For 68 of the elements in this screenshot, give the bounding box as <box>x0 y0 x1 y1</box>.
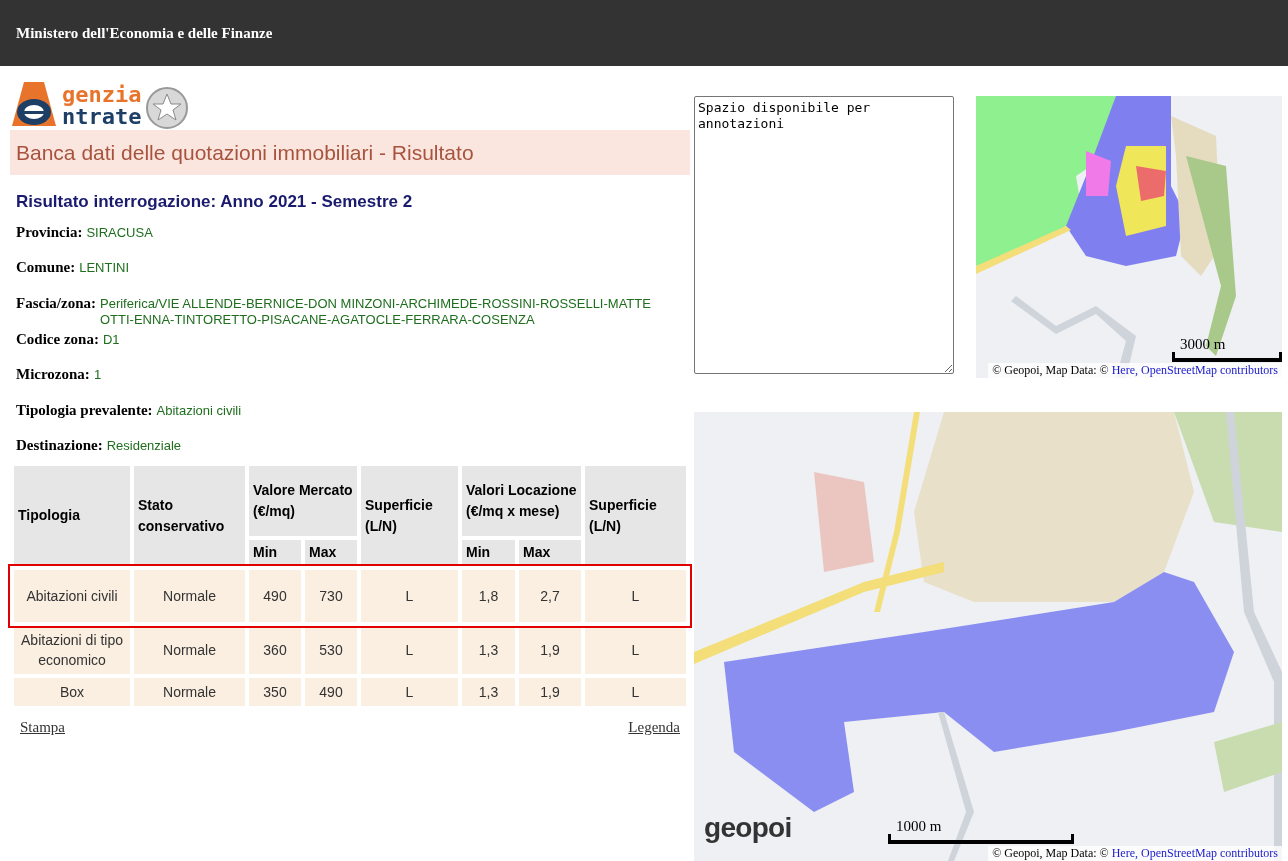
result-heading: Risultato interrogazione: Anno 2021 - Semestre 2 <box>16 191 414 213</box>
column-header: Superficie (L/N) <box>585 465 686 566</box>
table-cell: 730 <box>305 569 357 622</box>
table-cell: L <box>361 625 458 674</box>
table-cell: 1,9 <box>519 625 581 674</box>
field-value: Abitazioni civili <box>156 401 242 420</box>
table-cell: 350 <box>249 677 301 706</box>
table-cell: Normale <box>134 625 245 674</box>
field-value: Residenziale <box>106 437 182 455</box>
field-value: LENTINI <box>79 259 129 277</box>
attribution-link[interactable]: OpenStreetMap contributors <box>1141 846 1278 860</box>
emblem-icon <box>145 86 190 130</box>
field-label: Codice zona: <box>16 329 99 349</box>
field-label: Fascia/zona: <box>16 293 96 313</box>
field-label: Destinazione: <box>16 436 103 455</box>
column-header: Stato conservativo <box>134 465 245 566</box>
zone-map[interactable]: geopoi 1000 m © Geopoi, Map Data: © Here, OpenStreetMap contributors <box>694 412 1282 861</box>
field-label: Microzona: <box>16 365 90 384</box>
table-cell: Abitazioni civili <box>14 569 130 622</box>
scale-label: 1000 m <box>896 818 942 834</box>
table-cell: 2,7 <box>519 569 581 622</box>
table-cell: 1,3 <box>462 625 515 674</box>
column-header: Max <box>519 539 581 566</box>
column-header: Superficie (L/N) <box>361 465 458 566</box>
attribution-link[interactable]: OpenStreetMap contributors <box>1141 363 1278 377</box>
text-link[interactable]: Legenda <box>628 715 680 738</box>
table-cell: L <box>585 569 686 622</box>
scale-label: 3000 m <box>1180 336 1226 352</box>
page-title: Banca dati delle quotazioni immobiliari - Risultato <box>16 139 474 166</box>
overview-map[interactable]: 3000 m © Geopoi, Map Data: © Here, OpenStreetMap contributors <box>976 96 1282 378</box>
table-cell: 530 <box>305 625 357 674</box>
table-cell: 490 <box>305 677 357 706</box>
header-title: Ministero dell'Economia e delle Finanze <box>16 23 273 43</box>
geopoi-logo: geopoi <box>704 811 792 845</box>
logo-text: genzia <box>62 84 142 106</box>
table-cell: 360 <box>249 625 301 674</box>
table-cell: Box <box>14 677 130 706</box>
field-label: Comune: <box>16 258 76 277</box>
column-header: Min <box>462 539 515 566</box>
table-cell: L <box>361 677 458 706</box>
table-cell: 490 <box>249 569 301 622</box>
table-cell: Abitazioni di tipo economico <box>14 625 130 674</box>
notes-field[interactable]: Spazio disponibile per annotazioni <box>694 96 954 374</box>
column-header: Min <box>249 539 301 566</box>
table-cell: Normale <box>134 677 245 706</box>
column-header: Max <box>305 539 357 566</box>
attribution-text: © Geopoi, Map Data: © <box>992 846 1110 860</box>
field-value: D1 <box>102 330 120 349</box>
table-cell: 1,9 <box>519 677 581 706</box>
logo-text: ntrate <box>62 106 142 128</box>
attribution-text: © Geopoi, Map Data: © <box>992 363 1110 377</box>
field-label: Provincia: <box>16 222 83 242</box>
column-header: Tipologia <box>14 465 130 566</box>
table-cell: 1,3 <box>462 677 515 706</box>
table-cell: 1,8 <box>462 569 515 622</box>
table-cell: L <box>361 569 458 622</box>
field-value: 1 <box>93 366 102 384</box>
column-header: Valore Mercato (€/mq) <box>249 465 357 536</box>
field-value: SIRACUSA <box>86 223 153 242</box>
text-link[interactable]: Stampa <box>20 715 65 738</box>
field-value: Periferica/VIE ALLENDE-BERNICE-DON MINZONI-ARCHIMEDE-ROSSINI-ROSSELLI-MATTEOTTI-ENNA-TINTORETTO-PISACANE-AGATOCLE-FERRARA-COSENZA <box>100 295 652 328</box>
field-label: Tipologia prevalente: <box>16 400 153 420</box>
table-cell: L <box>585 677 686 706</box>
table-cell: L <box>585 625 686 674</box>
attribution-link[interactable]: Here, <box>1111 846 1142 860</box>
column-header: Valori Locazione (€/mq x mese) <box>462 465 581 536</box>
attribution-link[interactable]: Here, <box>1111 363 1142 377</box>
table-cell: Normale <box>134 569 245 622</box>
